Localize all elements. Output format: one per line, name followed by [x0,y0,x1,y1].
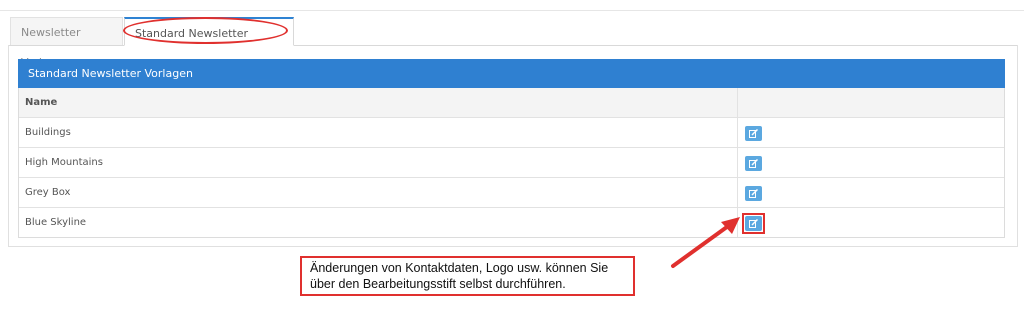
edit-button[interactable] [745,186,762,201]
tab-standard-newsletter-vorlagen[interactable]: Standard Newsletter Vorlagen [124,17,294,70]
table-row: Buildings [19,117,1004,147]
callout-line-2: über den Bearbeitungsstift selbst durchf… [310,277,566,291]
table-row: Blue Skyline [19,207,1004,237]
edit-button[interactable] [745,216,762,231]
edit-button[interactable] [745,126,762,141]
template-name: Blue Skyline [25,217,87,228]
edit-button[interactable] [745,156,762,171]
table-row: Grey Box [19,177,1004,207]
column-divider [737,178,738,207]
column-divider [737,88,738,117]
top-divider [0,10,1024,11]
table-header-row: Name [19,88,1004,117]
annotation-arrow-icon [671,217,740,268]
table-row: High Mountains [19,147,1004,177]
annotation-callout: Änderungen von Kontaktdaten, Logo usw. k… [300,256,635,296]
pencil-edit-icon [749,129,758,138]
pencil-edit-icon [749,219,758,228]
template-name: High Mountains [25,157,103,168]
column-divider [737,148,738,177]
templates-table: Name Buildings High Mountains Grey Box B… [18,88,1005,238]
tab-bar: Newsletter Vorlagen Standard Newsletter … [8,17,1018,70]
pencil-edit-icon [749,159,758,168]
panel-title: Standard Newsletter Vorlagen [18,59,1005,88]
callout-line-1: Änderungen von Kontaktdaten, Logo usw. k… [310,261,609,275]
column-header-name: Name [25,97,58,108]
column-divider [737,118,738,147]
pencil-edit-icon [749,189,758,198]
tab-newsletter-vorlagen[interactable]: Newsletter Vorlagen [10,17,123,69]
template-name: Grey Box [25,187,71,198]
template-name: Buildings [25,127,71,138]
